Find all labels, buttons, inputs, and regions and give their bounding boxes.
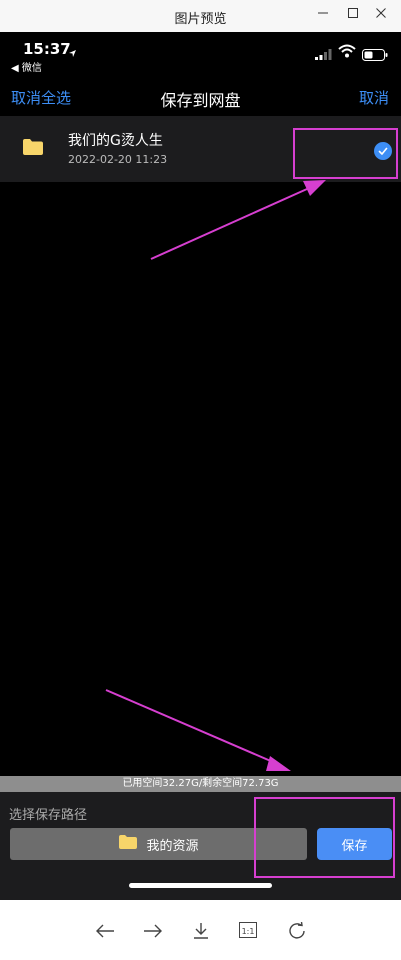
download-icon[interactable] — [188, 918, 214, 944]
save-button[interactable]: 保存 — [317, 828, 392, 860]
battery-icon — [362, 46, 388, 65]
list-item[interactable]: 我们的G烫人生 2022-02-20 11:23 — [0, 116, 401, 182]
status-time: 15:37 — [23, 40, 71, 58]
minimize-icon[interactable] — [312, 4, 334, 22]
storage-info: 已用空间32.27G/剩余空间72.73G — [0, 776, 401, 792]
viewer-title-bar: 图片预览 — [0, 0, 401, 32]
phone-screen: 15:37 ◀ 微信 取消全选 保存到网盘 取消 我们的G烫人生 2022-02… — [0, 32, 401, 900]
viewer-title: 图片预览 — [174, 12, 227, 27]
bottom-panel: 选择保存路径 我的资源 保存 — [0, 792, 401, 900]
file-date: 2022-02-20 11:23 — [68, 153, 168, 166]
nav-bar: 取消全选 保存到网盘 取消 — [0, 78, 401, 114]
maximize-icon[interactable] — [342, 4, 364, 22]
viewer-toolbar: 1:1 — [0, 900, 401, 960]
file-name: 我们的G烫人生 — [68, 133, 163, 149]
back-to-wechat[interactable]: ◀ 微信 — [11, 59, 42, 74]
file-list: 我们的G烫人生 2022-02-20 11:23 — [0, 116, 401, 182]
actual-size-label: 1:1 — [241, 926, 255, 936]
folder-icon — [118, 834, 138, 854]
cancel-button[interactable]: 取消 — [359, 87, 389, 108]
checkmark-icon[interactable] — [374, 142, 392, 160]
folder-icon — [22, 138, 44, 160]
actual-size-icon[interactable]: 1:1 — [236, 918, 262, 944]
save-path-button[interactable]: 我的资源 — [10, 828, 307, 860]
signal-icon — [315, 45, 333, 64]
forward-arrow-icon[interactable] — [140, 918, 166, 944]
home-indicator[interactable] — [129, 883, 272, 888]
wifi-icon — [338, 43, 356, 62]
status-bar: 15:37 ◀ 微信 — [0, 32, 401, 78]
path-label: 选择保存路径 — [9, 808, 88, 823]
path-value: 我的资源 — [146, 838, 199, 854]
cancel-select-all-button[interactable]: 取消全选 — [11, 87, 71, 108]
close-icon[interactable] — [370, 4, 392, 22]
location-arrow-icon — [68, 43, 77, 62]
rotate-icon[interactable] — [284, 918, 310, 944]
back-arrow-icon[interactable] — [92, 918, 118, 944]
